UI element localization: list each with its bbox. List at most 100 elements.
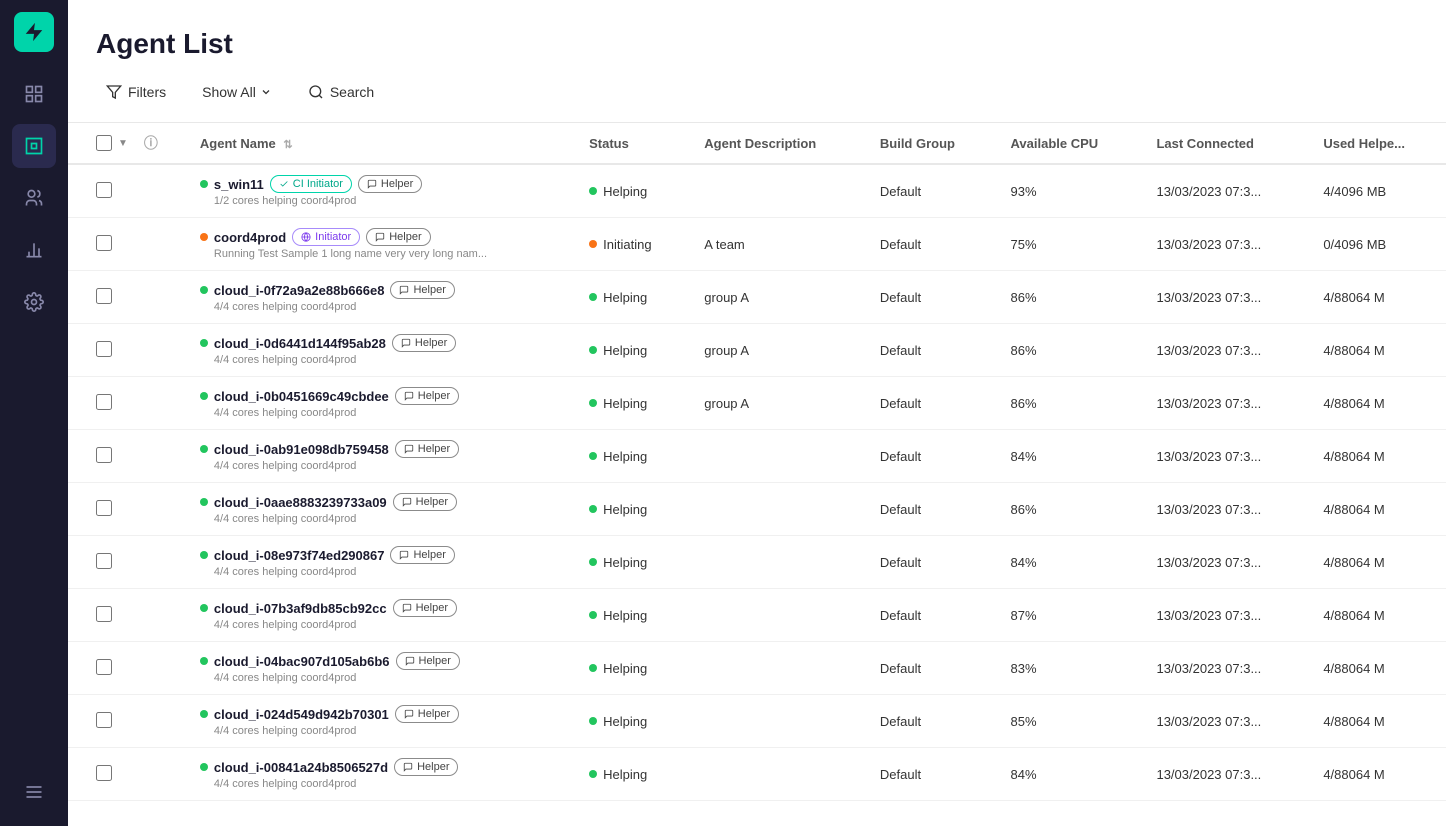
row-checkbox[interactable] <box>96 765 112 781</box>
row-checkbox[interactable] <box>96 182 112 198</box>
row-description-cell <box>688 642 864 695</box>
info-icon[interactable]: ⓘ <box>144 135 158 151</box>
row-build-group-cell: Default <box>864 430 995 483</box>
agent-name-link[interactable]: cloud_i-04bac907d105ab6b6 <box>214 654 390 669</box>
agent-name-link[interactable]: cloud_i-0ab91e098db759458 <box>214 442 389 457</box>
status-dot <box>589 717 597 725</box>
status-content: Helping <box>589 290 672 305</box>
row-build-group-cell: Default <box>864 324 995 377</box>
row-description-cell <box>688 589 864 642</box>
filters-button[interactable]: Filters <box>96 78 176 106</box>
row-status-cell: Helping <box>573 271 688 324</box>
search-icon <box>308 84 324 100</box>
agent-name-link[interactable]: cloud_i-0b0451669c49cbdee <box>214 389 389 404</box>
row-checkbox[interactable] <box>96 394 112 410</box>
row-checkbox-cell <box>68 377 144 430</box>
status-dot <box>589 770 597 778</box>
row-checkbox-cell <box>68 430 144 483</box>
row-checkbox-cell <box>68 271 144 324</box>
status-label: Helping <box>603 343 647 358</box>
row-used-helper-cell: 4/88064 M <box>1307 377 1446 430</box>
agent-sub-text: 4/4 cores helping coord4prod <box>200 513 557 525</box>
col-header-build-group: Build Group <box>864 123 995 165</box>
row-checkbox[interactable] <box>96 500 112 516</box>
badge-ci: CI Initiator <box>270 175 352 193</box>
badge-helper: Helper <box>393 599 457 617</box>
row-cpu-cell: 83% <box>995 642 1141 695</box>
row-status-cell: Helping <box>573 642 688 695</box>
row-checkbox-cell <box>68 164 144 218</box>
badge-helper: Helper <box>393 493 457 511</box>
status-dot <box>589 293 597 301</box>
row-checkbox[interactable] <box>96 447 112 463</box>
row-description-cell: group A <box>688 324 864 377</box>
col-header-cpu: Available CPU <box>995 123 1141 165</box>
row-used-helper-cell: 4/88064 M <box>1307 695 1446 748</box>
row-build-group-cell: Default <box>864 748 995 801</box>
row-checkbox[interactable] <box>96 341 112 357</box>
row-checkbox[interactable] <box>96 235 112 251</box>
agent-sub-text: 4/4 cores helping coord4prod <box>200 460 557 472</box>
agent-name-link[interactable]: coord4prod <box>214 230 286 245</box>
agent-status-dot <box>200 339 208 347</box>
sidebar-item-more[interactable] <box>12 770 56 814</box>
agent-name-link[interactable]: cloud_i-0d6441d144f95ab28 <box>214 336 386 351</box>
row-checkbox-cell <box>68 536 144 589</box>
agent-sub-text: 4/4 cores helping coord4prod <box>200 301 557 313</box>
agent-name-link[interactable]: cloud_i-0aae8883239733a09 <box>214 495 387 510</box>
agent-name-content: cloud_i-0ab91e098db759458 Helper 4/4 cor… <box>200 440 557 472</box>
row-info-cell <box>144 218 184 271</box>
status-label: Helping <box>603 767 647 782</box>
table-row: cloud_i-0ab91e098db759458 Helper 4/4 cor… <box>68 430 1446 483</box>
agent-name-link[interactable]: s_win11 <box>214 177 264 192</box>
agent-name-link[interactable]: cloud_i-024d549d942b70301 <box>214 707 389 722</box>
agent-name-row: cloud_i-00841a24b8506527d Helper <box>200 758 557 776</box>
status-label: Helping <box>603 184 647 199</box>
col-header-status: Status <box>573 123 688 165</box>
col-header-info: ⓘ <box>144 123 184 165</box>
row-last-connected-cell: 13/03/2023 07:3... <box>1140 430 1307 483</box>
sidebar-item-agents[interactable] <box>12 124 56 168</box>
row-build-group-cell: Default <box>864 589 995 642</box>
agent-name-link[interactable]: cloud_i-08e973f74ed290867 <box>214 548 385 563</box>
row-checkbox[interactable] <box>96 288 112 304</box>
table-row: cloud_i-0b0451669c49cbdee Helper 4/4 cor… <box>68 377 1446 430</box>
checkbox-dropdown-icon[interactable]: ▼ <box>118 138 128 149</box>
page-title: Agent List <box>96 28 1418 60</box>
row-checkbox-cell <box>68 748 144 801</box>
row-agent-name-cell: cloud_i-024d549d942b70301 Helper 4/4 cor… <box>184 695 573 748</box>
status-content: Helping <box>589 714 672 729</box>
row-build-group-cell: Default <box>864 695 995 748</box>
filter-icon <box>106 84 122 100</box>
row-status-cell: Helping <box>573 377 688 430</box>
row-status-cell: Helping <box>573 164 688 218</box>
col-header-agent-name[interactable]: Agent Name ⇅ <box>184 123 573 165</box>
table-row: cloud_i-0d6441d144f95ab28 Helper 4/4 cor… <box>68 324 1446 377</box>
row-checkbox[interactable] <box>96 712 112 728</box>
row-used-helper-cell: 4/88064 M <box>1307 271 1446 324</box>
badge-helper: Helper <box>390 281 454 299</box>
agent-name-content: cloud_i-08e973f74ed290867 Helper 4/4 cor… <box>200 546 557 578</box>
row-agent-name-cell: s_win11 CI Initiator Helper 1/2 cores he… <box>184 164 573 218</box>
sidebar-item-users[interactable] <box>12 176 56 220</box>
col-header-checkbox: ▼ <box>68 123 144 165</box>
sidebar-item-dashboard[interactable] <box>12 72 56 116</box>
row-checkbox[interactable] <box>96 606 112 622</box>
status-content: Helping <box>589 767 672 782</box>
agent-name-link[interactable]: cloud_i-00841a24b8506527d <box>214 760 388 775</box>
agent-name-link[interactable]: cloud_i-0f72a9a2e88b666e8 <box>214 283 385 298</box>
agent-name-link[interactable]: cloud_i-07b3af9db85cb92cc <box>214 601 387 616</box>
row-last-connected-cell: 13/03/2023 07:3... <box>1140 271 1307 324</box>
row-last-connected-cell: 13/03/2023 07:3... <box>1140 536 1307 589</box>
status-label: Helping <box>603 449 647 464</box>
select-all-checkbox[interactable] <box>96 135 112 151</box>
row-checkbox[interactable] <box>96 659 112 675</box>
row-checkbox[interactable] <box>96 553 112 569</box>
sidebar-item-analytics[interactable] <box>12 228 56 272</box>
agent-name-row: cloud_i-0ab91e098db759458 Helper <box>200 440 557 458</box>
sidebar-item-settings[interactable] <box>12 280 56 324</box>
show-all-button[interactable]: Show All <box>192 78 282 106</box>
search-button[interactable]: Search <box>298 78 384 106</box>
status-content: Helping <box>589 555 672 570</box>
agent-sub-text: 1/2 cores helping coord4prod <box>200 195 557 207</box>
